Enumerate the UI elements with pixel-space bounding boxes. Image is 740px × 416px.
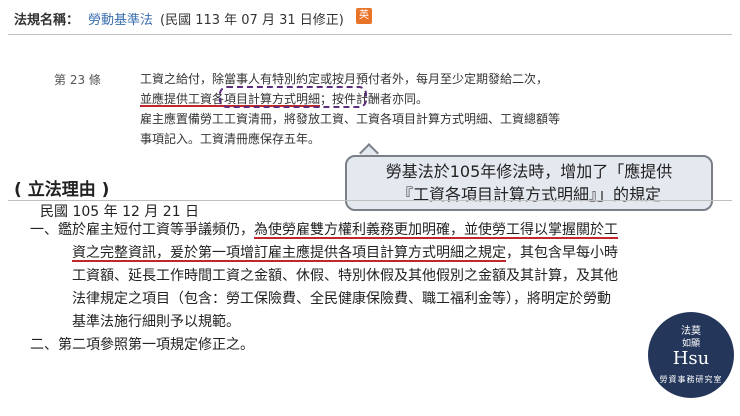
article-text: 工資之給付，除當事人有特別約定或按月預付者外，每月至少定期發給二次，並應提供工資… bbox=[140, 69, 560, 149]
studio-logo: 法莫 如顯 Hsu 勞資事務研究室 bbox=[648, 312, 734, 398]
article-number: 第 23 條 bbox=[54, 73, 101, 87]
english-version-badge[interactable]: 英 bbox=[356, 8, 372, 24]
reason-item-1: 一、鑑於雇主短付工資等爭議頻仍，為使勞雇雙方權利義務更加明確，並使勞工得以掌握關… bbox=[30, 219, 620, 334]
article-p1-part-a: 工資之給付，除當事人有特別約定或按月預付者外，每月至少定期發給二次， bbox=[140, 72, 549, 86]
law-name-label: 法規名稱： bbox=[14, 13, 80, 28]
callout-line-2: 『工資各項目計算方式明細』」的規定 bbox=[396, 185, 661, 204]
law-name-link[interactable]: 勞動基準法 bbox=[88, 9, 153, 28]
law-header: 法規名稱： 勞動基準法 (民國 113 年 07 月 31 日修正) 英 bbox=[0, 0, 740, 34]
article-paragraph-2: 雇主應置備勞工工資清冊，將發放工資、工資各項目計算方式明細、工資總額等事項記入。… bbox=[140, 112, 561, 146]
header-divider bbox=[8, 34, 732, 35]
callout-line-1: 勞基法於105年修法時，增加了「應提供 bbox=[385, 162, 673, 181]
highlight-dashed-box bbox=[219, 86, 367, 108]
logo-bottom-text: 勞資事務研究室 bbox=[659, 375, 723, 384]
reason-date: 民國 105 年 12 月 21 日 bbox=[40, 204, 200, 220]
reason-body: 一、鑑於雇主短付工資等爭議頻仍，為使勞雇雙方權利義務更加明確，並使勞工得以掌握關… bbox=[30, 219, 620, 357]
law-amend-date: (民國 113 年 07 月 31 日修正) bbox=[160, 13, 344, 28]
reason-item-1-prefix: 一、 bbox=[30, 222, 58, 238]
reason-item-2: 二、第二項參照第一項規定修正之。 bbox=[30, 337, 254, 353]
legislative-reason-title: ( 立法理由 ) bbox=[14, 180, 110, 200]
logo-top-text: 法莫 bbox=[681, 326, 701, 337]
logo-main-text: Hsu bbox=[672, 348, 710, 369]
reason-item-1-part-a: 鑑於雇主短付工資等爭議頻仍， bbox=[58, 222, 254, 238]
